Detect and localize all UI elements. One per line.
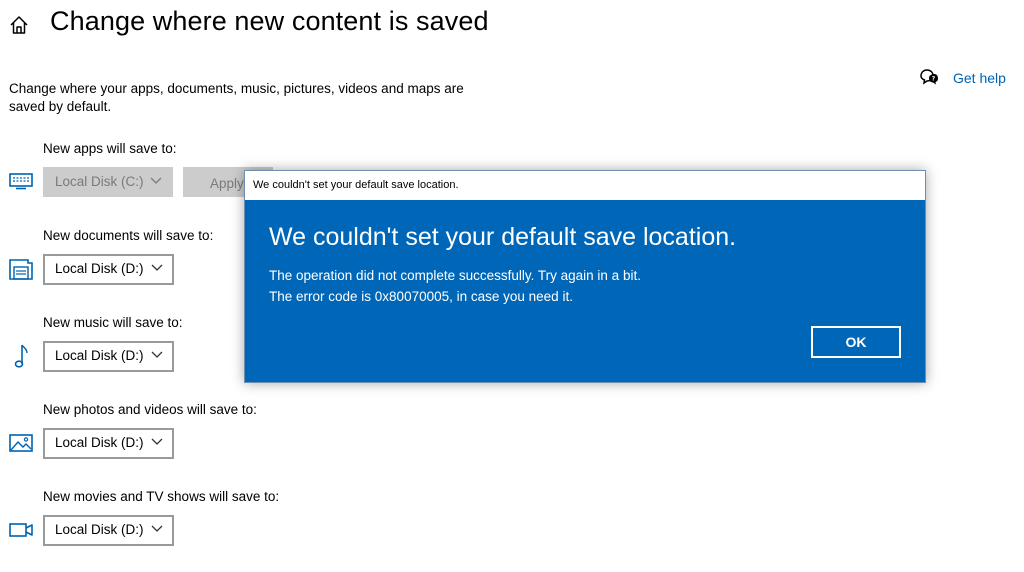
apps-location-dropdown[interactable]: Local Disk (C:) (43, 167, 173, 197)
photos-label: New photos and videos will save to: (43, 402, 257, 417)
monitor-icon (9, 173, 33, 190)
ok-button[interactable]: OK (811, 326, 901, 358)
documents-location-value: Local Disk (D:) (55, 261, 144, 276)
get-help-link[interactable]: Get help (953, 70, 1006, 86)
music-label: New music will save to: (43, 315, 183, 330)
movies-location-dropdown[interactable]: Local Disk (D:) (43, 515, 174, 546)
documents-label: New documents will save to: (43, 228, 214, 243)
music-note-icon (14, 344, 28, 368)
page-title: Change where new content is saved (50, 6, 489, 36)
help-chat-icon[interactable]: ? (919, 67, 939, 87)
dialog-title-bar: We couldn't set your default save locati… (245, 171, 925, 200)
apps-label: New apps will save to: (43, 141, 177, 156)
chevron-down-icon (150, 177, 162, 184)
chevron-down-icon (151, 525, 163, 532)
dialog-message: The operation did not complete successfu… (269, 265, 641, 307)
video-camera-icon (9, 523, 33, 537)
photos-location-dropdown[interactable]: Local Disk (D:) (43, 428, 174, 459)
dialog-message-line2: The error code is 0x80070005, in case yo… (269, 289, 573, 304)
movies-location-value: Local Disk (D:) (55, 522, 144, 537)
dialog-heading: We couldn't set your default save locati… (269, 223, 737, 251)
chevron-down-icon (151, 351, 163, 358)
apps-location-value: Local Disk (C:) (55, 174, 144, 189)
svg-text:?: ? (932, 76, 936, 83)
chevron-down-icon (151, 264, 163, 271)
documents-location-dropdown[interactable]: Local Disk (D:) (43, 254, 174, 285)
photo-icon (9, 434, 33, 452)
photos-location-value: Local Disk (D:) (55, 435, 144, 450)
movies-label: New movies and TV shows will save to: (43, 489, 280, 504)
error-dialog: We couldn't set your default save locati… (244, 170, 926, 383)
music-location-value: Local Disk (D:) (55, 348, 144, 363)
home-icon[interactable] (8, 14, 30, 36)
documents-icon (9, 259, 33, 280)
dialog-message-line1: The operation did not complete successfu… (269, 268, 641, 283)
music-location-dropdown[interactable]: Local Disk (D:) (43, 341, 174, 372)
chevron-down-icon (151, 438, 163, 445)
description: Change where your apps, documents, music… (9, 81, 464, 114)
